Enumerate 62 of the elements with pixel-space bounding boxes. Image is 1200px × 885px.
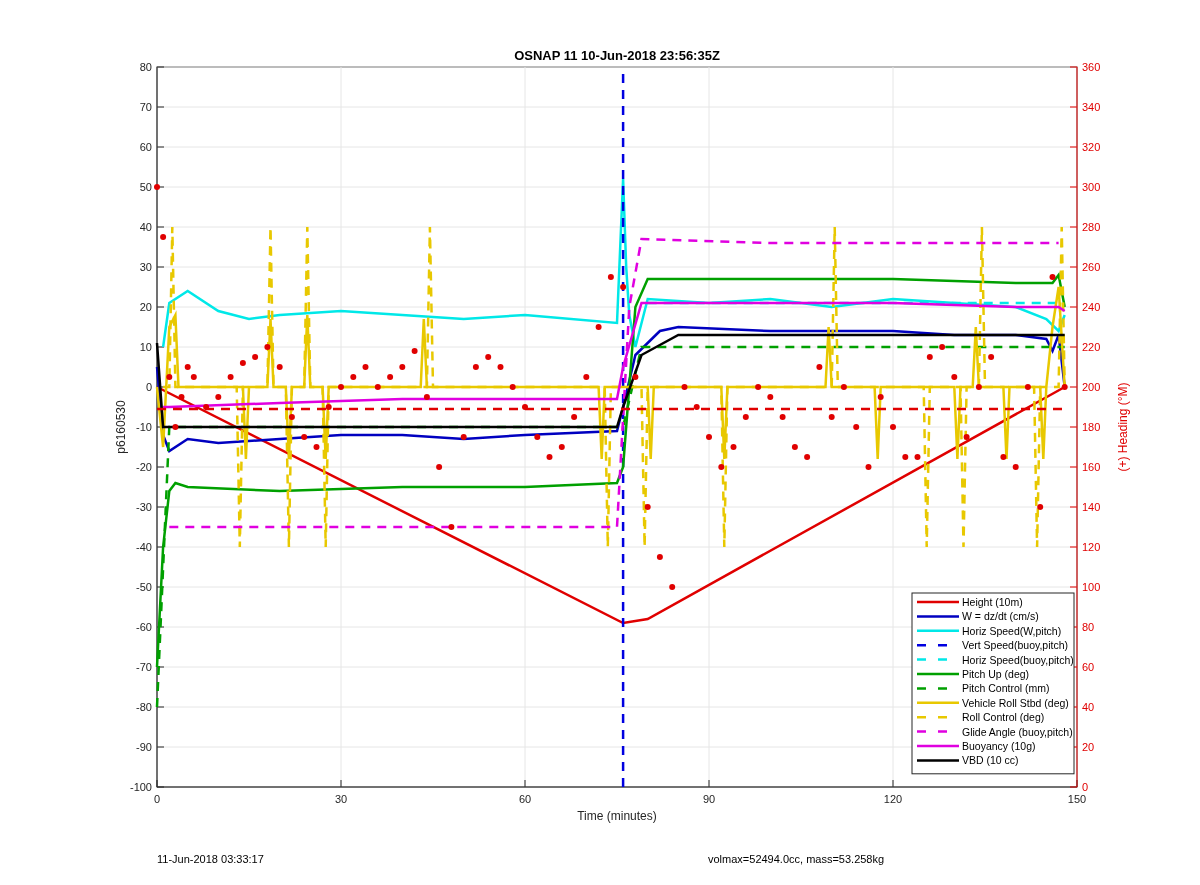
x-tick-label: 60 [518,793,532,805]
y-tick-label: -70 [136,661,152,673]
right-tick-label: 20 [1082,741,1095,753]
right-tick-label: 80 [1082,621,1095,633]
right-tick-label: 220 [1082,341,1101,353]
y-tick-label: -20 [136,461,152,473]
right-tick-label: 40 [1082,701,1095,713]
y-tick-label: -100 [129,781,152,793]
legend-label: Pitch Up (deg) [962,668,1030,680]
legend-label: Roll Control (deg) [962,711,1045,724]
y-tick-label: 50 [139,181,152,193]
right-tick-label: 360 [1082,61,1101,73]
right-tick-label: 280 [1082,221,1101,233]
legend-label: Buoyancy (10g) [962,740,1036,752]
volume-mass-info: volmax=52494.0cc, mass=53.258kg [708,853,885,865]
x-tick-label: 120 [883,793,903,805]
y-tick-label: -50 [136,581,152,593]
y-axis-label: p6160530 [114,400,128,454]
legend-label: W = dz/dt (cm/s) [962,610,1039,623]
x-tick-label: 150 [1067,793,1087,805]
right-tick-label: 100 [1082,581,1101,593]
legend-label: Glide Angle (buoy,pitch) [962,725,1073,738]
right-tick-label: 0 [1082,781,1089,793]
y-tick-label: -10 [136,421,152,433]
right-tick-label: 180 [1082,421,1101,433]
right-tick-label: 120 [1082,541,1101,553]
y-tick-label: -90 [136,741,152,753]
y-tick-label: -40 [136,541,152,553]
y-tick-label: -60 [136,621,152,633]
legend-label: VBD (10 cc) [962,754,1019,767]
y-tick-label: 20 [139,301,152,313]
chart-title: OSNAP 11 10-Jun-2018 23:56:35Z [514,48,720,63]
right-tick-label: 160 [1082,461,1101,473]
right-axis-label: (+) Heading (°M) [1116,382,1130,472]
legend-label: Vehicle Roll Stbd (deg) [962,696,1069,709]
y-tick-label: 10 [139,341,152,353]
right-tick-label: 260 [1082,261,1101,273]
right-tick-label: 200 [1082,381,1101,393]
y-tick-label: -80 [136,701,152,713]
timestamp: 11-Jun-2018 03:33:17 [157,853,264,865]
right-tick-label: 320 [1082,141,1101,153]
legend-label: Horiz Speed(W,pitch) [962,624,1062,637]
y-tick-label: 30 [139,261,152,273]
legend-label: Height (10m) [962,596,1023,608]
x-tick-label: 30 [334,793,348,805]
y-tick-label: -30 [136,501,152,513]
x-axis-label: Time (minutes) [577,809,657,823]
right-tick-label: 340 [1082,101,1101,113]
right-tick-label: 60 [1082,661,1095,673]
y-tick-label: 80 [139,61,152,73]
x-tick-label: 90 [702,793,716,805]
y-tick-label: 0 [145,381,152,393]
legend-label: Vert Speed(buoy,pitch) [962,639,1069,652]
right-tick-label: 140 [1082,501,1101,513]
y-tick-label: 40 [139,221,152,233]
y-tick-label: 60 [139,141,152,153]
right-tick-label: 240 [1082,301,1101,313]
right-tick-label: 300 [1082,181,1101,193]
legend-label: Horiz Speed(buoy,pitch) [962,653,1074,666]
y-tick-label: 70 [139,101,152,113]
legend-label: Pitch Control (mm) [962,682,1050,695]
x-tick-label: 0 [153,793,161,805]
